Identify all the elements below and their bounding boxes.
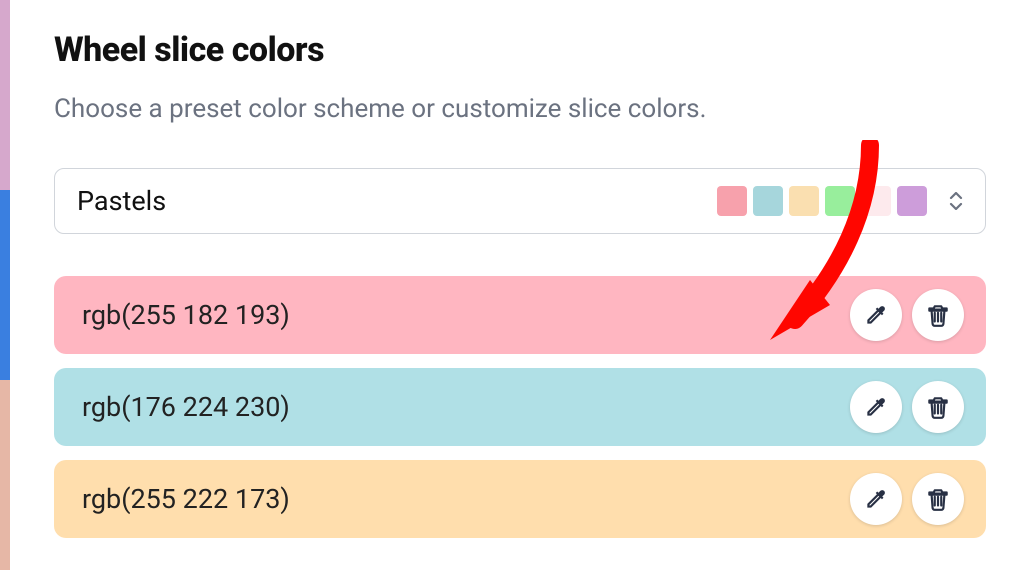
slice-color-actions — [850, 473, 964, 525]
preset-swatch — [789, 186, 819, 216]
slice-color-value: rgb(255 222 173) — [82, 483, 850, 515]
preset-swatch — [717, 186, 747, 216]
panel-title: Wheel slice colors — [54, 30, 986, 70]
panel-subtitle: Choose a preset color scheme or customiz… — [54, 94, 986, 124]
edit-color-button[interactable] — [850, 381, 902, 433]
preset-scheme-label: Pastels — [77, 185, 717, 217]
slice-color-actions — [850, 381, 964, 433]
trash-icon — [925, 394, 951, 420]
preset-swatch-group — [717, 186, 927, 216]
slice-color-list: rgb(255 182 193) rgb(176 224 230) — [54, 276, 986, 538]
slice-color-row: rgb(255 222 173) — [54, 460, 986, 538]
slice-color-actions — [850, 289, 964, 341]
slice-color-value: rgb(176 224 230) — [82, 391, 850, 423]
slice-color-value: rgb(255 182 193) — [82, 299, 850, 331]
eyedropper-icon — [863, 486, 889, 512]
edit-color-button[interactable] — [850, 473, 902, 525]
background-color-slivers — [0, 0, 10, 570]
select-chevrons-icon — [949, 192, 963, 210]
slice-color-row: rgb(176 224 230) — [54, 368, 986, 446]
preset-scheme-select[interactable]: Pastels — [54, 168, 986, 234]
edit-color-button[interactable] — [850, 289, 902, 341]
slice-color-row: rgb(255 182 193) — [54, 276, 986, 354]
trash-icon — [925, 486, 951, 512]
preset-swatch — [753, 186, 783, 216]
preset-swatch — [897, 186, 927, 216]
delete-color-button[interactable] — [912, 289, 964, 341]
delete-color-button[interactable] — [912, 381, 964, 433]
preset-swatch — [825, 186, 855, 216]
eyedropper-icon — [863, 394, 889, 420]
delete-color-button[interactable] — [912, 473, 964, 525]
wheel-slice-colors-panel: Wheel slice colors Choose a preset color… — [10, 0, 1030, 570]
eyedropper-icon — [863, 302, 889, 328]
trash-icon — [925, 302, 951, 328]
preset-swatch — [861, 186, 891, 216]
